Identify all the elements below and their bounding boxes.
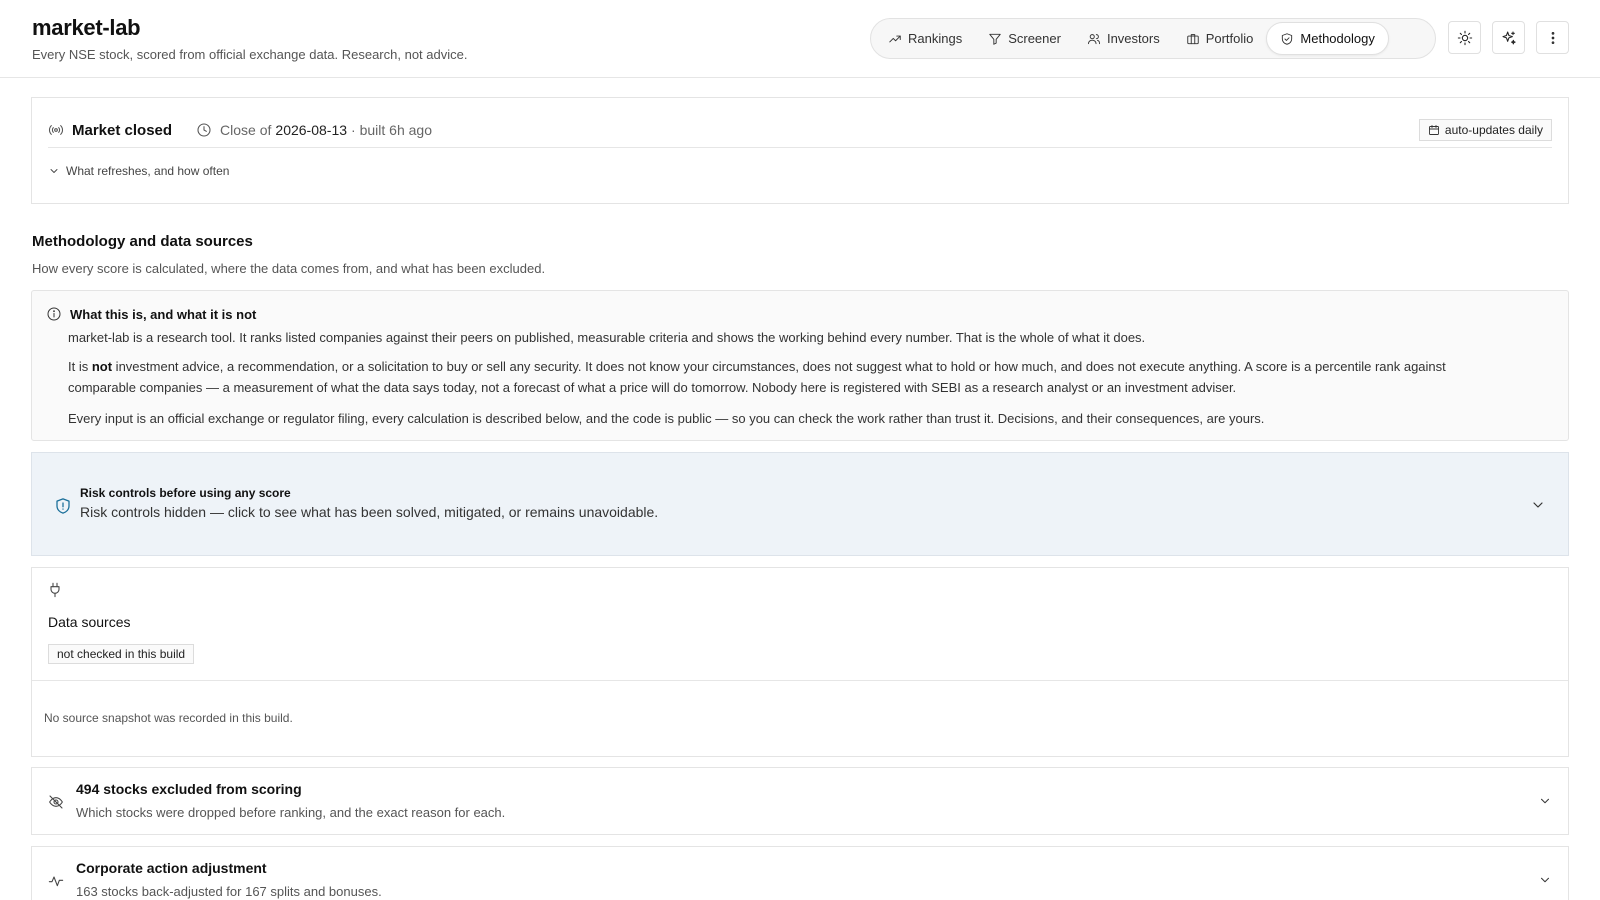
refresh-details-label: What refreshes, and how often [66,164,230,178]
risk-controls-toggle[interactable]: Risk controls before using any score Ris… [31,452,1569,556]
risk-chevron-wrap [1530,497,1546,513]
disclaimer-p2-rest: investment advice, a recommendation, or … [68,359,1446,395]
chevron-wrap [1538,873,1552,887]
nav-investors[interactable]: Investors [1074,22,1173,55]
page-title: Methodology and data sources [32,233,253,250]
corporate-action-subtitle: 163 stocks back-adjusted for 167 splits … [76,884,382,899]
chevron-down-icon [1540,798,1550,804]
app-title: market-lab [32,15,141,40]
disclaimer-p2-emphasis: not [91,359,113,374]
plug-icon-wrap [48,582,62,598]
auto-update-label: auto-updates daily [1444,123,1543,137]
assistant-button[interactable] [1492,21,1525,54]
activity-icon-wrap [48,873,64,889]
nav-screener[interactable]: Screener [975,22,1074,55]
info-icon [47,307,61,321]
close-info: Close of 2026-08-13 · built 6h ago [196,122,432,138]
disclaimer-paragraph-2: It is not investment advice, a recommend… [68,356,1498,398]
nav-methodology-label: Methodology [1300,31,1375,46]
nav-investors-label: Investors [1106,31,1160,46]
market-state-label: Market closed [72,121,173,139]
app-header: market-lab Every NSE stock, scored from … [0,0,1600,78]
plug-icon [50,582,60,598]
filter-icon [989,33,1001,45]
page-subtitle: How every score is calculated, where the… [32,261,546,276]
disclaimer-heading-text: What this is, and what it is not [70,306,257,322]
eye-off-icon [49,795,63,809]
nav-portfolio[interactable]: Portfolio [1173,22,1267,55]
nav-rankings[interactable]: Rankings [875,22,975,55]
eye-off-icon-wrap [48,794,64,810]
calendar-icon [1428,125,1439,135]
nav-screener-label: Screener [1008,31,1061,46]
refresh-details-toggle[interactable]: What refreshes, and how often [48,164,229,178]
corporate-action-accordion[interactable]: Corporate action adjustment 163 stocks b… [31,846,1569,900]
corporate-action-title: Corporate action adjustment [76,860,267,876]
excluded-stocks-subtitle: Which stocks were dropped before ranking… [76,805,506,820]
risk-controls-title: Risk controls before using any score [80,486,291,500]
data-sources-title: Data sources [48,614,131,630]
data-sources-empty-message: No source snapshot was recorded in this … [44,711,293,725]
more-menu-button[interactable] [1536,21,1569,54]
sparkles-icon [1501,30,1516,44]
chevron-wrap [1538,794,1552,808]
data-sources-status-badge: not checked in this build [48,644,195,664]
divider [32,680,1568,681]
broadcast-icon [49,125,63,135]
shield-alert-icon [56,498,70,514]
build-age: · built 6h ago [351,122,432,138]
chevron-down-icon [1533,502,1543,508]
auto-update-badge: auto-updates daily [1418,119,1552,141]
disclaimer-heading: What this is, and what it is not [46,306,256,322]
disclaimer-paragraph-3: Every input is an official exchange or r… [68,411,1265,426]
app-subtitle: Every NSE stock, scored from official ex… [32,47,468,62]
shield-check-icon [1282,32,1293,45]
disclaimer-paragraph-1: market-lab is a research tool. It ranks … [68,330,1146,345]
excluded-stocks-title: 494 stocks excluded from scoring [76,781,302,797]
users-icon [1087,33,1100,44]
trending-up-icon [889,35,901,42]
nav-rankings-label: Rankings [908,31,963,46]
clock-icon [197,123,211,137]
briefcase-icon [1186,33,1199,44]
market-status-card: Market closed Close of 2026-08-13 · buil… [31,97,1569,204]
close-prefix: Close of [220,122,272,138]
divider [48,147,1552,148]
risk-icon-wrap [54,496,72,516]
nav-portfolio-label: Portfolio [1205,31,1254,46]
more-vertical-icon [1551,31,1554,44]
risk-controls-description: Risk controls hidden — click to see what… [80,504,659,520]
nav-methodology[interactable]: Methodology [1266,22,1389,55]
main-nav: Rankings Screener Investors Portfolio Me… [870,18,1436,59]
close-date: 2026-08-13 [275,122,348,138]
disclaimer-p2-prefix: It is [68,359,92,374]
chevron-down-icon [1540,877,1550,883]
sun-icon [1457,30,1472,45]
data-sources-card: Data sources not checked in this build N… [31,567,1569,757]
theme-toggle-button[interactable] [1448,21,1481,54]
chevron-down-icon [50,169,58,173]
market-status-row: Market closed Close of 2026-08-13 · buil… [48,116,1552,144]
activity-icon [48,876,64,887]
excluded-stocks-accordion[interactable]: 494 stocks excluded from scoring Which s… [31,767,1569,835]
